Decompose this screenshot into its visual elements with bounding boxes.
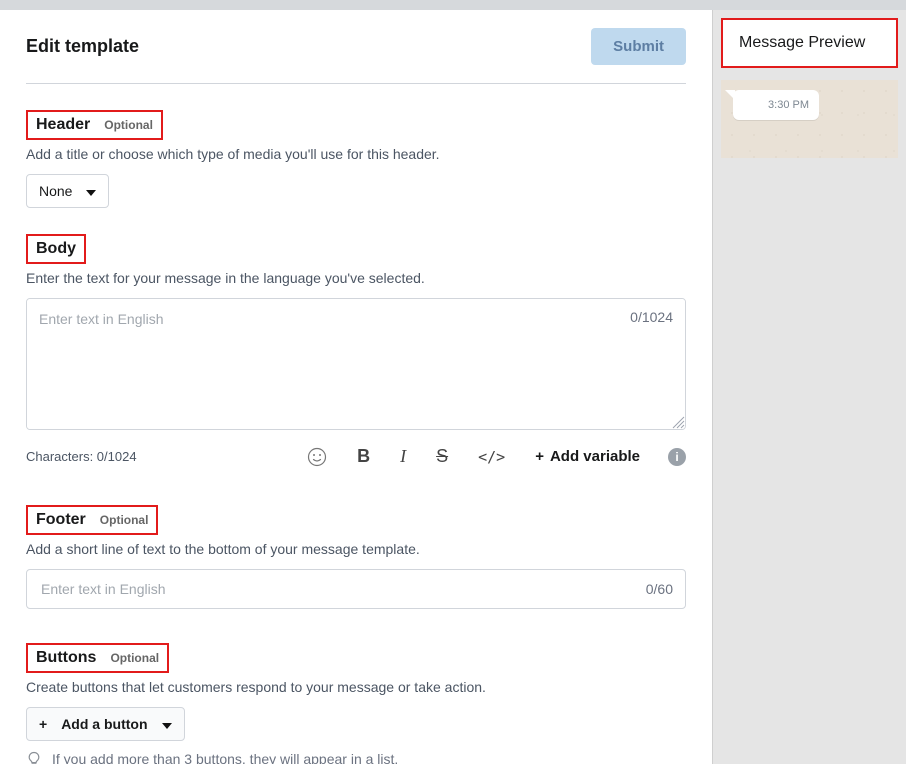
resize-handle-icon[interactable]	[669, 413, 685, 429]
preview-time: 3:30 PM	[768, 99, 809, 111]
section-header: Header Optional Add a title or choose wh…	[26, 110, 686, 208]
strike-button[interactable]: S	[434, 444, 450, 469]
body-textarea-wrapper: 0/1024	[26, 298, 686, 430]
body-textarea[interactable]	[27, 299, 685, 429]
add-button-dropdown[interactable]: + Add a button	[26, 707, 185, 741]
buttons-optional-badge: Optional	[110, 651, 159, 665]
buttons-desc: Create buttons that let customers respon…	[26, 679, 686, 695]
preview-panel: Message Preview 3:30 PM	[712, 10, 906, 764]
bold-button[interactable]: B	[355, 444, 372, 469]
italic-button[interactable]: I	[398, 444, 408, 469]
buttons-heading-highlight: Buttons Optional	[26, 643, 169, 673]
footer-counter: 0/60	[646, 581, 673, 597]
footer-input-wrapper: 0/60	[26, 569, 686, 609]
page-title: Edit template	[26, 36, 139, 57]
section-buttons: Buttons Optional Create buttons that let…	[26, 643, 686, 764]
section-footer: Footer Optional Add a short line of text…	[26, 505, 686, 609]
header-title: Header	[36, 116, 90, 134]
bulb-icon	[26, 751, 42, 764]
buttons-hint-text: If you add more than 3 buttons, they wil…	[52, 751, 398, 764]
chevron-down-icon	[86, 183, 96, 199]
buttons-title: Buttons	[36, 649, 96, 667]
header-heading-highlight: Header Optional	[26, 110, 163, 140]
header-desc: Add a title or choose which type of medi…	[26, 146, 686, 162]
preview-header: Message Preview	[721, 18, 898, 68]
preview-message-bubble: 3:30 PM	[733, 90, 819, 120]
app-stage: Edit template Submit Header Optional Add…	[0, 0, 906, 764]
page-header: Edit template Submit	[26, 28, 686, 84]
main-panel: Edit template Submit Header Optional Add…	[0, 10, 712, 764]
footer-heading-highlight: Footer Optional	[26, 505, 158, 535]
body-desc: Enter the text for your message in the l…	[26, 270, 686, 286]
info-icon[interactable]: i	[668, 448, 686, 466]
plus-icon: +	[535, 448, 544, 465]
chevron-down-icon	[162, 716, 172, 732]
section-body: Body Enter the text for your message in …	[26, 234, 686, 469]
preview-canvas: 3:30 PM	[721, 80, 898, 158]
preview-title: Message Preview	[739, 34, 865, 52]
body-toolbar: Characters: 0/1024 B I S </>	[26, 444, 686, 469]
add-variable-label: Add variable	[550, 448, 640, 465]
header-type-dropdown[interactable]: None	[26, 174, 109, 208]
emoji-icon[interactable]	[305, 445, 329, 469]
body-heading-highlight: Body	[26, 234, 86, 264]
footer-optional-badge: Optional	[100, 513, 149, 527]
footer-desc: Add a short line of text to the bottom o…	[26, 541, 686, 557]
code-button[interactable]: </>	[476, 446, 507, 468]
submit-button[interactable]: Submit	[591, 28, 686, 65]
add-variable-button[interactable]: + Add variable	[533, 446, 642, 467]
header-optional-badge: Optional	[104, 118, 153, 132]
footer-input[interactable]	[39, 580, 646, 598]
body-counter-label: Characters: 0/1024	[26, 449, 137, 464]
header-type-value: None	[39, 183, 72, 199]
buttons-hint: If you add more than 3 buttons, they wil…	[26, 751, 686, 764]
footer-title: Footer	[36, 511, 86, 529]
add-button-label: Add a button	[61, 716, 147, 732]
body-title: Body	[36, 240, 76, 258]
